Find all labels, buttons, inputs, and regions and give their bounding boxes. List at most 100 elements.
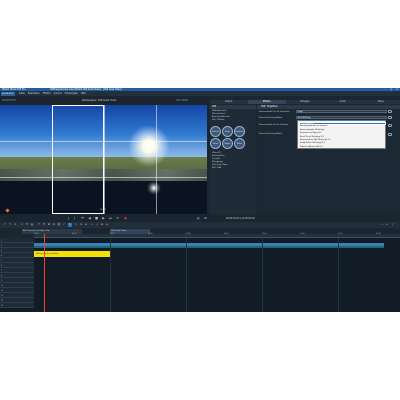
projection-model-select[interactable]: Kugel (296, 110, 387, 113)
paste-icon[interactable]: ▤ (30, 223, 34, 227)
knife-tool-icon[interactable]: ⚔ (90, 223, 94, 227)
horizon-effect-icon[interactable]: Horizont (210, 126, 221, 137)
loop-icon[interactable]: ↻ (115, 216, 120, 221)
reset-button[interactable] (388, 116, 392, 119)
tree-item[interactable]: Vollbildansicht (212, 110, 226, 112)
previous-icon[interactable]: ⏮ (80, 216, 85, 221)
range-tool-icon[interactable]: ⇔ (74, 223, 78, 227)
track-number: 6 (1, 265, 3, 267)
roll-effect-icon[interactable]: Rollen (234, 138, 245, 149)
track-number: 5 (1, 260, 3, 262)
tab-import[interactable]: Import (210, 100, 248, 104)
tab-templates[interactable]: Vorlagen (286, 100, 324, 104)
menu-item-playback[interactable]: Wiedergabe (65, 92, 78, 95)
track-number: 7 (1, 270, 3, 272)
tree-item[interactable]: 360 Grad Video (212, 164, 228, 166)
zoom-tool-icon[interactable]: ⊕ (84, 223, 88, 227)
tree-item[interactable]: 360° Bild (212, 167, 221, 169)
tree-item[interactable]: Übergänge (212, 161, 223, 163)
menu-item-help[interactable]: Hilfe (81, 92, 86, 95)
video-clip-audio[interactable] (34, 245, 384, 249)
tree-item[interactable]: Video-FX (212, 152, 221, 154)
group-icon[interactable]: ⊞ (47, 223, 51, 227)
stitching-mode-select[interactable]: Kein Stitching (296, 116, 387, 119)
transport-bar: [ ] ⏮ ◀ ■ ▶ ⏭ ↻ ● ◧ ⚙ 00:00:00:00 | 00:0… (0, 215, 400, 222)
record-icon[interactable]: ● (123, 216, 128, 221)
reset-button[interactable] (388, 124, 392, 127)
zoom-in-icon[interactable]: + (385, 223, 389, 227)
tilt-effect-icon[interactable]: Neigen (222, 138, 233, 149)
link-icon[interactable]: ⛓ (57, 223, 61, 227)
tab-audio[interactable]: Audio (324, 100, 362, 104)
audio-icon[interactable]: ♪ (62, 223, 66, 227)
audio-clip[interactable]: 360Degreevideo.mp4 Audio (34, 251, 110, 257)
reset-button[interactable] (388, 110, 392, 113)
track-number: 9 (1, 280, 3, 282)
effects-tree: 360 Vollbildansicht Übersichtlich Ansich… (210, 105, 256, 214)
track-number: 1 (1, 240, 3, 242)
reset-button[interactable] (388, 133, 392, 136)
ruler-tick: 00:10 (72, 234, 77, 235)
playhead[interactable] (44, 234, 45, 312)
track-number: 11 (1, 290, 4, 292)
stitching-dropdown-list[interactable]: Kein Stitching Panorama-Ansicht im Vorla… (297, 120, 386, 149)
dropdown-option[interactable]: Nikon KeyMission 360 2:1 (299, 146, 386, 149)
fit-icon[interactable]: ⤢ (391, 223, 395, 227)
projection-model-value: Kugel (298, 111, 303, 113)
tree-item[interactable]: Übersichtlich (212, 113, 225, 115)
track-number: 10 (1, 285, 4, 287)
copy-icon[interactable]: ❐ (25, 223, 29, 227)
tab-store[interactable]: Store (362, 100, 400, 104)
ruler-tick: 00:40 (186, 234, 191, 235)
settings-icon[interactable]: ⚙ (203, 216, 208, 221)
app-window: MAGIX Movie Edit Pro 360Degreevideo.mep … (0, 88, 400, 312)
track-number: 8 (1, 275, 3, 277)
preview-header: MOVIE EDIT Wiedergabe: 360 Grad Video 36… (0, 97, 208, 104)
track-header[interactable]: 14 (0, 303, 34, 308)
marker-icon[interactable]: ⚑ (42, 223, 46, 227)
preview-mode-label[interactable]: MOVIE EDIT (2, 99, 16, 102)
track-number: 14 (1, 305, 4, 307)
undo-icon[interactable]: ↶ (3, 223, 7, 227)
ruler-tick: 00:20 (110, 234, 115, 235)
zoom-out-icon[interactable]: − (380, 223, 384, 227)
preview-monitor[interactable]: 00:00 (0, 105, 207, 214)
menu-item-effects[interactable]: Effekte (43, 92, 51, 95)
tree-item[interactable]: Ansichtsdefinition (212, 116, 230, 118)
split-icon[interactable]: ◧ (196, 216, 201, 221)
properties-title: 360° Projektion (261, 105, 278, 108)
menu-item-file[interactable]: Datei (19, 92, 25, 95)
text-icon[interactable]: T (37, 223, 41, 227)
tree-item[interactable]: Audioeffekte (212, 155, 225, 157)
play-icon[interactable]: ▶ (101, 216, 106, 221)
tab-effects[interactable]: Effekte (248, 100, 286, 104)
next-icon[interactable]: ⏭ (108, 216, 113, 221)
menu-item-view[interactable]: Ansicht (54, 92, 62, 95)
record-audio-icon[interactable]: ● (105, 223, 109, 227)
delete-icon[interactable]: ✕ (13, 223, 17, 227)
stretch-tool-icon[interactable]: ⇲ (79, 223, 83, 227)
ungroup-icon[interactable]: ⊟ (52, 223, 56, 227)
mixer-icon[interactable]: ☰ (100, 223, 104, 227)
tree-item[interactable]: 360° Effekte (212, 119, 225, 121)
redo-icon[interactable]: ↷ (8, 223, 12, 227)
cut-icon[interactable]: ✂ (20, 223, 24, 227)
preview-sun (128, 125, 170, 167)
marker-left-icon[interactable]: [ (66, 216, 71, 221)
menu-item-edit[interactable]: Bearbeiten (28, 92, 40, 95)
timeline-tracks: 1 2 3 4 5 6 7 8 9 10 11 12 13 14 360Degr… (0, 238, 400, 312)
track-number: 12 (1, 295, 4, 297)
rotate-effect-icon[interactable]: Drehen (210, 138, 221, 149)
marker-right-icon[interactable]: ] (72, 216, 77, 221)
pointer-tool-icon[interactable]: ↖ (68, 223, 72, 227)
speaker-icon[interactable]: ◁ (95, 223, 99, 227)
projection-effect-icon[interactable]: Projektion (234, 126, 245, 137)
rewind-icon[interactable]: ◀ (87, 216, 92, 221)
view-selection-frame[interactable] (52, 105, 104, 214)
tree-item[interactable]: Titelstile (212, 158, 220, 160)
point-effect-icon[interactable]: Punkt (222, 126, 233, 137)
preview-360-label[interactable]: 360 GRAD (176, 99, 188, 102)
ruler-tick: 00:30 (148, 234, 153, 235)
stop-icon[interactable]: ■ (94, 216, 99, 221)
property-label: Kameramodell für die Vorlanse (259, 124, 289, 126)
